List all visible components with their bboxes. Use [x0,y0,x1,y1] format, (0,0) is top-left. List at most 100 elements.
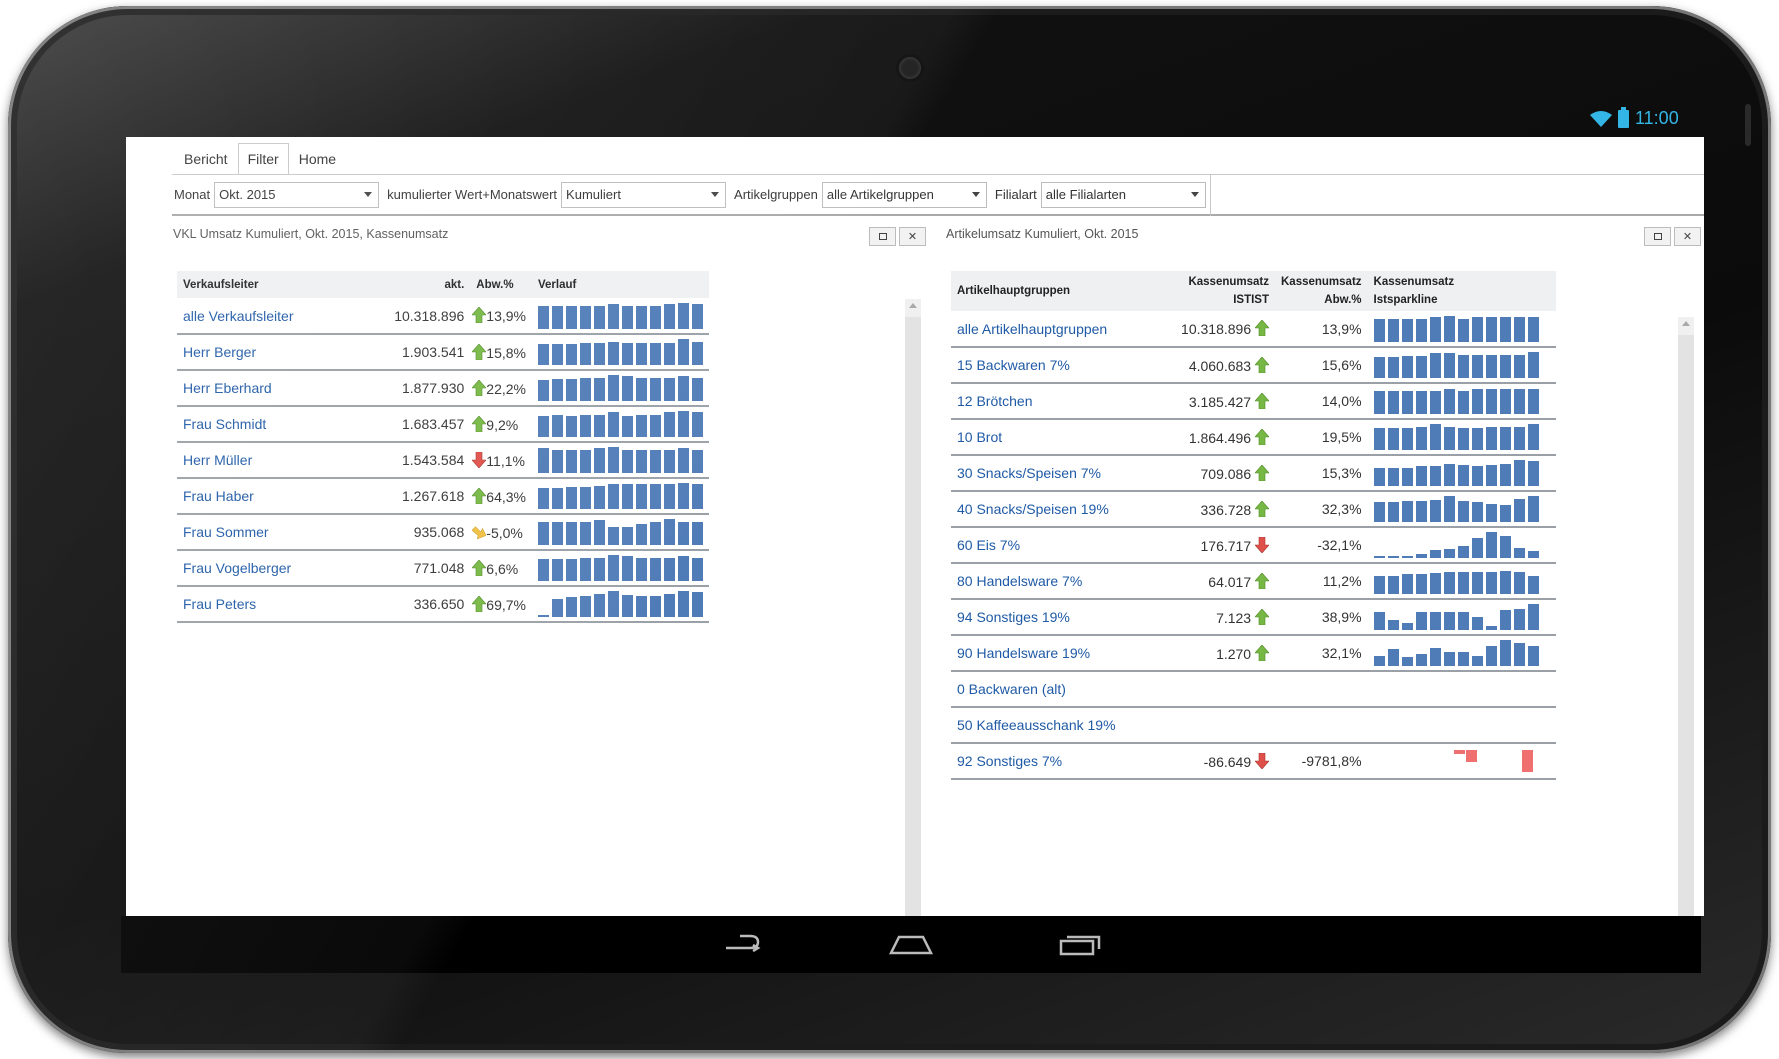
close-button[interactable]: ✕ [899,227,926,246]
sparkline-bar [1457,318,1469,342]
table-row[interactable]: 30 Snacks/Speisen 7% 709.086 15,3% [951,455,1556,492]
table-row[interactable]: Herr Berger 1.903.541 15,8% [177,334,709,371]
row-akt: 1.683.457 [388,406,471,443]
row-name[interactable]: Frau Vogelberger [177,550,389,587]
row-name[interactable]: Frau Peters [177,586,389,623]
table-row[interactable]: 12 Brötchen 3.185.427 14,0% [951,383,1556,420]
right-table-body: alle Artikelhauptgruppen 10.318.896 13,9%… [951,311,1556,780]
artikel-select[interactable]: alle Artikelgruppen [821,181,987,208]
row-name[interactable]: alle Verkaufsleiter [177,298,389,335]
row-name[interactable]: Herr Berger [177,334,389,371]
col-istist-top: Kassenumsatz [1188,276,1269,288]
sparkline [538,302,703,329]
sparkline-bar [692,592,703,617]
table-row[interactable]: Frau Sommer 935.068 -5,0% [177,514,709,551]
wert-select[interactable]: Kumuliert [561,181,727,208]
back-button[interactable] [720,931,764,959]
sparkline [538,555,703,581]
sparkline-bar [1457,428,1469,450]
sparkline-bar [1521,750,1533,772]
row-name[interactable]: 40 Snacks/Speisen 19% [951,491,1169,528]
table-row[interactable]: 40 Snacks/Speisen 19% 336.728 32,3% [951,491,1556,528]
table-row[interactable]: 15 Backwaren 7% 4.060.683 15,6% [951,347,1556,384]
sparkline-bar [1415,501,1427,522]
recents-button[interactable] [1058,931,1102,959]
table-row[interactable]: 90 Handelsware 19% 1.270 32,1% [951,635,1556,672]
row-abw: 15,6% [1275,347,1368,384]
row-name[interactable]: 94 Sonstiges 19% [951,599,1169,636]
row-name[interactable]: 12 Brötchen [951,383,1169,420]
table-row[interactable]: 60 Eis 7% 176.717 -32,1% [951,527,1556,564]
sparkline [1373,460,1550,486]
sparkline-bar [1457,501,1469,522]
scroll-thumb[interactable] [905,317,921,916]
row-name[interactable]: 90 Handelsware 19% [951,635,1169,672]
maximize-button[interactable] [1644,227,1671,246]
row-abw: 19,5% [1275,419,1368,456]
sparkline-bar [1443,612,1455,630]
scroll-thumb[interactable] [1678,335,1694,916]
row-name[interactable]: 15 Backwaren 7% [951,347,1169,384]
table-row[interactable]: 50 Kaffeeausschank 19% [951,707,1556,744]
sparkline [538,339,703,365]
row-name[interactable]: 0 Backwaren (alt) [951,671,1169,708]
table-row[interactable]: Frau Haber 1.267.618 64,3% [177,478,709,515]
row-name[interactable]: 92 Sonstiges 7% [951,743,1169,780]
filialart-select[interactable]: alle Filialarten [1040,181,1206,208]
sparkline-bar [1485,532,1497,558]
sparkline-bar [1373,318,1385,342]
sparkline-bar [594,305,605,329]
table-row[interactable]: alle Artikelhauptgruppen 10.318.896 13,9% [951,311,1556,348]
row-akt: 1.903.541 [388,334,471,371]
sparkline-bar [580,415,591,437]
table-row[interactable]: 94 Sonstiges 19% 7.123 38,9% [951,599,1556,636]
sparkline-bar [1429,648,1441,666]
table-row[interactable]: Frau Vogelberger 771.048 6,6% [177,550,709,587]
row-name[interactable]: 10 Brot [951,419,1169,456]
row-name[interactable]: Frau Sommer [177,514,389,551]
row-verlauf [532,298,709,335]
status-time: 11:00 [1635,108,1679,128]
table-row[interactable]: 92 Sonstiges 7% -86.649 -9781,8% [951,743,1556,780]
table-row[interactable]: 10 Brot 1.864.496 19,5% [951,419,1556,456]
sparkline-bar [1499,355,1511,378]
row-name[interactable]: Frau Haber [177,478,389,515]
table-row[interactable]: Frau Peters 336.650 69,7% [177,586,709,623]
row-name[interactable]: 50 Kaffeeausschank 19% [951,707,1169,744]
home-button[interactable] [889,931,933,959]
tab-home[interactable]: Home [289,143,346,175]
row-name[interactable]: Herr Eberhard [177,370,389,407]
tab-filter[interactable]: Filter [237,143,289,175]
table-row[interactable]: Herr Müller 1.543.584 11,1% [177,442,709,479]
close-button[interactable]: ✕ [1674,227,1701,246]
col-abw: Abw.% [470,271,532,298]
right-scrollbar[interactable] [1678,317,1694,916]
sparkline-bar [650,343,661,365]
row-akt: 1.267.618 [388,478,471,515]
left-scrollbar[interactable] [905,299,921,916]
sparkline-bar [692,342,703,365]
sparkline-bar [580,522,591,545]
table-row[interactable]: Frau Schmidt 1.683.457 9,2% [177,406,709,443]
row-name[interactable]: alle Artikelhauptgruppen [951,311,1169,348]
sparkline-bar [608,412,619,437]
row-abw: -9781,8% [1275,743,1368,780]
row-abw-value: 69,7% [486,596,526,613]
row-name[interactable]: 80 Handelsware 7% [951,563,1169,600]
sparkline-bar [1465,750,1477,762]
table-header-row: Artikelhauptgruppen Kassenumsatz ISTIST … [951,271,1556,311]
row-name[interactable]: Frau Schmidt [177,406,389,443]
table-row[interactable]: 0 Backwaren (alt) [951,671,1556,708]
sparkline-bar [1527,352,1539,378]
monat-select[interactable]: Okt. 2015 [214,181,380,208]
table-row[interactable]: alle Verkaufsleiter 10.318.896 13,9% [177,298,709,335]
col-abw-bottom: Abw.% [1324,294,1362,306]
table-row[interactable]: Herr Eberhard 1.877.930 22,2% [177,370,709,407]
row-abw: 13,9% [470,298,532,335]
tab-bericht[interactable]: Bericht [174,143,238,175]
row-name[interactable]: Herr Müller [177,442,389,479]
table-row[interactable]: 80 Handelsware 7% 64.017 11,2% [951,563,1556,600]
row-name[interactable]: 60 Eis 7% [951,527,1169,564]
row-name[interactable]: 30 Snacks/Speisen 7% [951,455,1169,492]
maximize-button[interactable] [869,227,896,246]
